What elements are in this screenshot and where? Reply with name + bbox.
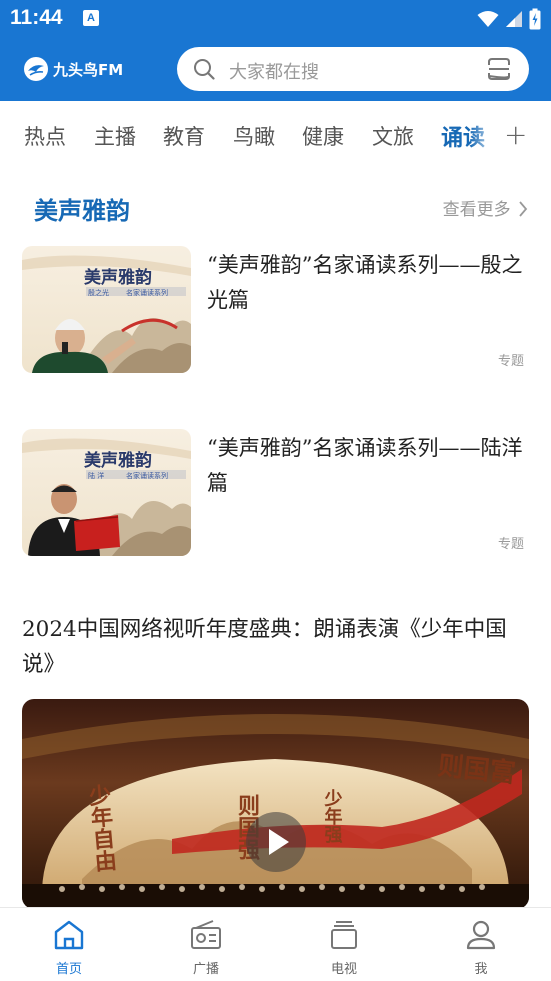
status-bar: 11:44 A (0, 0, 551, 38)
search-placeholder: 大家都在搜 (229, 62, 319, 83)
tab-health[interactable]: 健康 (302, 121, 344, 151)
tab-hot[interactable]: 热点 (24, 121, 66, 151)
app-logo: 九头鸟FM (24, 56, 123, 82)
item-title: “美声雅韵”名家诵读系列——殷之光篇 (207, 253, 523, 312)
search-icon (194, 59, 215, 80)
home-icon (54, 920, 84, 950)
thumb-sub-name: 殷之光 (88, 288, 109, 297)
nav-tv-label: 电视 (330, 962, 357, 977)
scan-icon[interactable] (487, 57, 511, 81)
play-icon (269, 829, 289, 855)
radio-icon (191, 920, 221, 949)
nav-home[interactable]: 首页 (19, 908, 119, 981)
bottom-navigation: 首页 广播 电视 我 (0, 907, 551, 981)
wifi-icon (477, 11, 499, 27)
signal-icon (506, 11, 522, 27)
nav-tv[interactable]: 电视 (294, 908, 394, 981)
section-header: 美声雅韵 查看更多 (0, 185, 551, 229)
search-bar[interactable]: 大家都在搜 (177, 47, 529, 91)
nav-me[interactable]: 我 (431, 908, 531, 981)
article-title[interactable]: 2024中国网络视听年度盛典：朗诵表演《少年中国说》 (22, 612, 534, 682)
logo-text: 九头鸟FM (53, 60, 124, 79)
chevron-right-icon (519, 201, 528, 217)
app-header: 九头鸟FM 大家都在搜 (0, 38, 551, 101)
tv-icon (331, 921, 357, 949)
logo-bird-icon (24, 57, 48, 81)
status-indicators (477, 8, 541, 30)
video-overlay-text: 少年强 (322, 789, 344, 844)
video-player[interactable]: 少年自由 则国强 少年强 则国富 (22, 699, 529, 909)
thumb-sub-name: 陆 洋 (88, 471, 104, 480)
item-tag: 专题 (497, 537, 524, 552)
section-title: 美声雅韵 (34, 196, 130, 225)
battery-icon (529, 8, 541, 30)
tab-fade (470, 113, 500, 157)
thumb-heading: 美声雅韵 (84, 450, 152, 471)
nav-me-label: 我 (474, 962, 488, 977)
item-title: “美声雅韵”名家诵读系列——陆洋篇 (207, 436, 523, 495)
nav-radio-label: 广播 (192, 962, 219, 977)
category-tabs: 热点 主播 教育 鸟瞰 健康 文旅 诵读 + (0, 101, 551, 167)
view-more-label: 查看更多 (442, 200, 511, 220)
item-thumbnail: 美声雅韵 殷之光 名家诵读系列 (22, 246, 191, 373)
plus-icon[interactable]: + (504, 118, 527, 151)
tab-overview[interactable]: 鸟瞰 (233, 121, 275, 151)
tab-anchor[interactable]: 主播 (94, 121, 136, 151)
thumb-heading: 美声雅韵 (84, 267, 152, 288)
tab-culture-travel[interactable]: 文旅 (372, 121, 414, 151)
nav-radio[interactable]: 广播 (156, 908, 256, 981)
item-thumbnail: 美声雅韵 陆 洋 名家诵读系列 (22, 429, 191, 556)
tab-education[interactable]: 教育 (163, 121, 205, 151)
user-icon (466, 920, 496, 950)
nav-home-label: 首页 (55, 962, 82, 977)
list-item[interactable]: 美声雅韵 殷之光 名家诵读系列 “美声雅韵”名家诵读系列——殷之光篇 专题 (0, 246, 551, 386)
app-notification-icon: A (83, 10, 99, 26)
thumb-sub-series: 名家诵读系列 (126, 288, 168, 297)
status-time: 11:44 (10, 6, 63, 29)
view-more-link[interactable]: 查看更多 (443, 195, 528, 220)
thumb-sub-series: 名家诵读系列 (126, 471, 168, 480)
item-tag: 专题 (497, 354, 524, 369)
play-button[interactable] (246, 812, 306, 872)
list-item[interactable]: 美声雅韵 陆 洋 名家诵读系列 “美声雅韵”名家诵读系列——陆洋篇 专题 (0, 429, 551, 569)
